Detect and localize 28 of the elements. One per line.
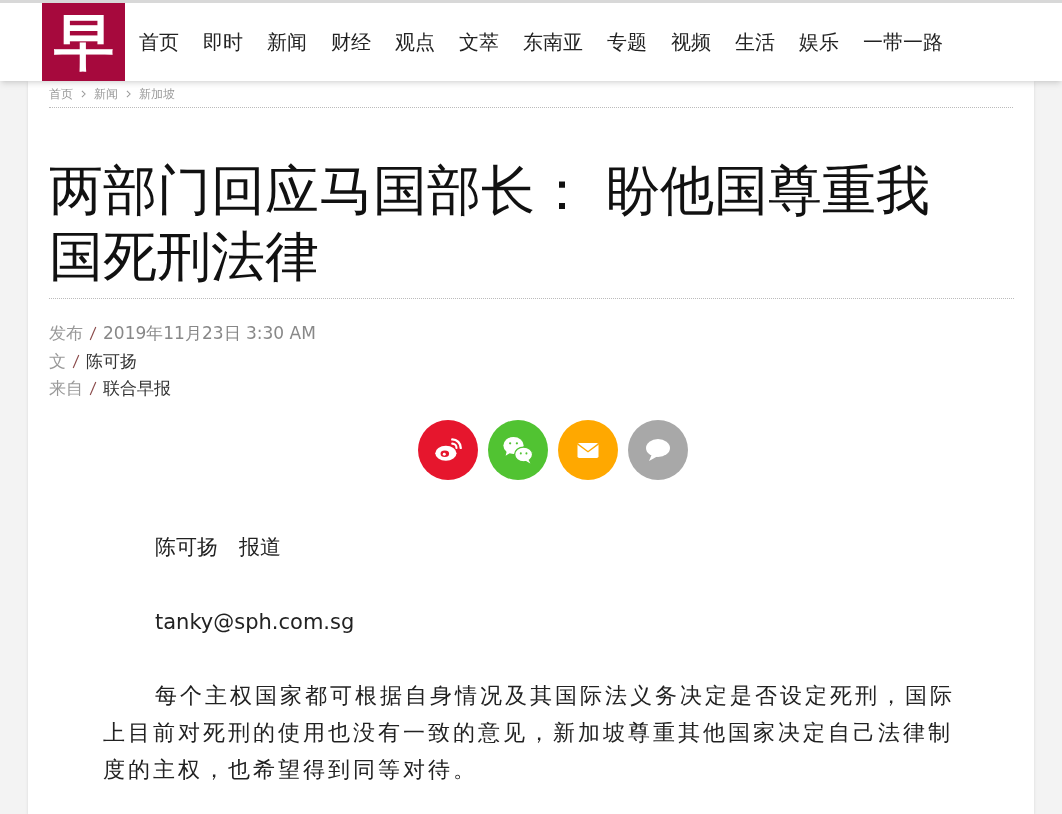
nav-link[interactable]: 文萃 — [459, 27, 499, 57]
logo[interactable]: 早 — [42, 3, 125, 81]
meta-value: 陈可扬 — [86, 349, 137, 373]
nav-link[interactable]: 首页 — [139, 27, 179, 57]
author-email: tanky@sph.com.sg — [155, 609, 356, 636]
chevron-right-icon — [126, 90, 131, 98]
nav-link[interactable]: 视频 — [671, 27, 711, 57]
meta-label: 文 — [49, 349, 66, 373]
nav-link[interactable]: 一带一路 — [863, 27, 943, 57]
meta-value: 联合早报 — [103, 377, 171, 400]
article-title: 两部门回应马国部长： 盼他国尊重我国死刑法律 — [49, 158, 1014, 299]
nav-link[interactable]: 东南亚 — [523, 27, 583, 57]
slash-divider-icon — [89, 381, 97, 397]
meta-label: 发布 — [49, 322, 83, 345]
chevron-right-icon — [81, 90, 86, 98]
nav-link[interactable]: 观点 — [395, 27, 435, 57]
nav-link[interactable]: 生活 — [735, 27, 775, 57]
slash-divider-icon — [89, 326, 97, 342]
nav-link[interactable]: 娱乐 — [799, 27, 839, 57]
meta-label: 来自 — [49, 377, 83, 400]
slash-divider-icon — [72, 353, 80, 369]
nav-link[interactable]: 专题 — [607, 27, 647, 57]
nav-link[interactable]: 新闻 — [267, 27, 307, 57]
nav-link[interactable]: 即时 — [203, 27, 243, 57]
meta-value: 2019年11月23日 3:30 AM — [103, 322, 316, 345]
nav-link[interactable]: 财经 — [331, 27, 371, 57]
body-paragraph: 每个主权国家都可根据自身情况及其国际法义务决定是否设定死刑，国际上目前对死刑的使用也没有一致的意见，新加坡尊重其他国家决定自己法律制度的主权，也希望得到同等对待。 — [103, 681, 956, 784]
byline: 陈可扬 报道 — [155, 533, 282, 561]
